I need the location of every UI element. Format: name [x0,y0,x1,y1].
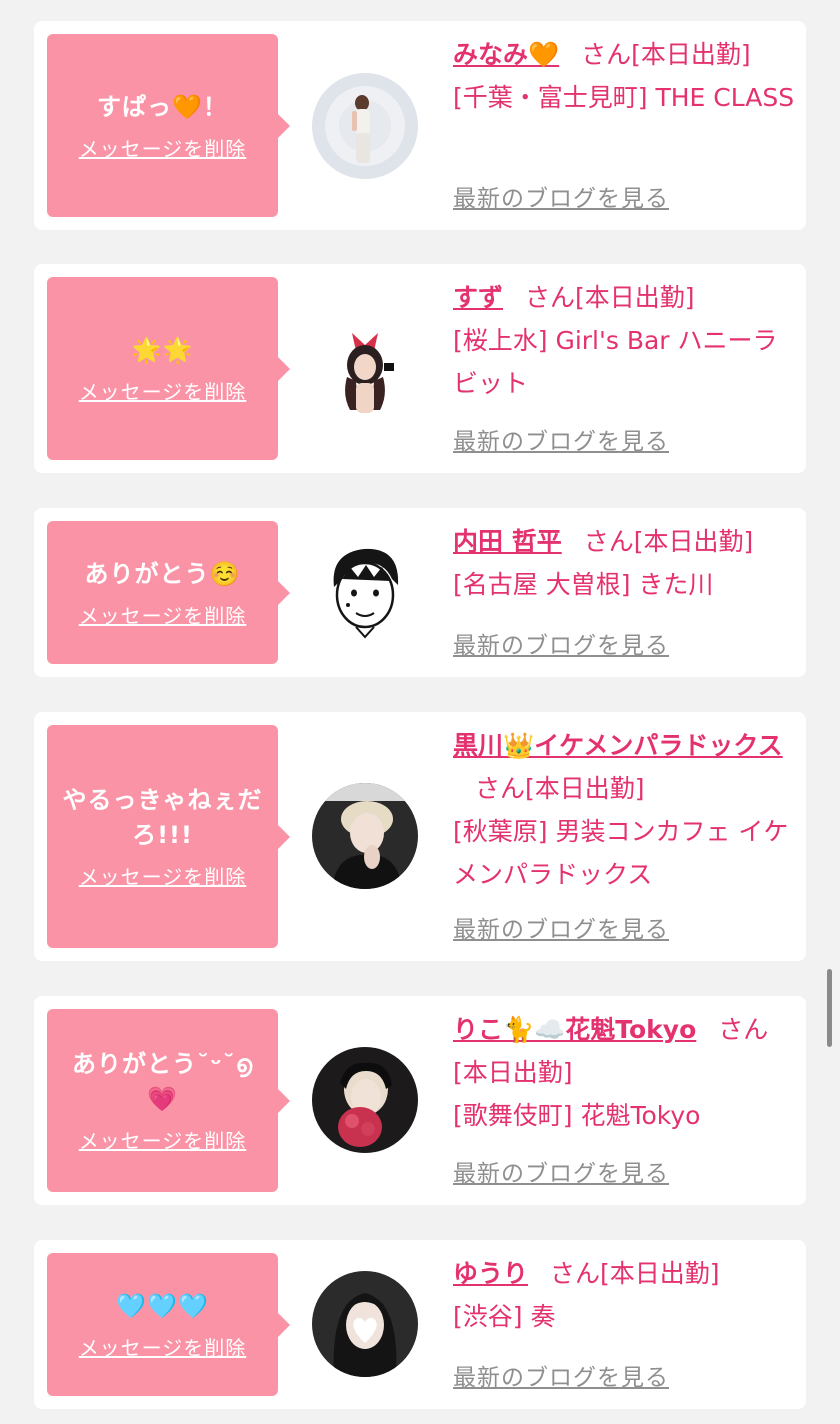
message-text: やるっきゃねぇだろ!!! [62,786,263,849]
delete-message-link[interactable]: メッセージを削除 [79,861,247,890]
sender-info: ゆうり さん[本日出勤] [渋谷] 奏 [453,1252,798,1338]
avatar-image [312,1047,418,1153]
message-card: すぱっ🧡！ メッセージを削除 みなみ🧡 さん[本日出勤] [千葉・富士見町] TH… [34,21,806,230]
honorific-status: さん[本日出勤] [583,527,754,556]
avatar[interactable] [312,73,418,179]
shop-location: [千葉・富士見町] THE CLASS [453,83,795,112]
message-list: すぱっ🧡！ メッセージを削除 みなみ🧡 さん[本日出勤] [千葉・富士見町] TH… [0,0,840,1424]
sender-info: みなみ🧡 さん[本日出勤] [千葉・富士見町] THE CLASS [453,33,798,119]
delete-message-link[interactable]: メッセージを削除 [79,1332,247,1361]
sender-name-link[interactable]: りこ🐈☁️花魁Tokyo [453,1015,696,1044]
sender-info: 黒川👑イケメンパラドックスさん[本日出勤] [秋葉原] 男装コンカフェ イケメン… [453,724,798,896]
message-text: ありがとう˘ᵕ˘൭ 💗 [71,1050,254,1113]
message-card: ありがとう☺️ メッセージを削除 内田 哲平 さん[本日出勤] [名古屋 大曽根]… [34,508,806,677]
honorific-status: さん[本日出勤] [475,774,645,803]
view-latest-blog-link[interactable]: 最新のブログを見る [453,179,669,213]
message-bubble: ありがとう☺️ メッセージを削除 [47,521,290,664]
avatar[interactable] [312,783,418,889]
sender-info: りこ🐈☁️花魁Tokyo さん[本日出勤] [歌舞伎町] 花魁Tokyo [453,1008,798,1137]
message-bubble: 🩵🩵🩵 メッセージを削除 [47,1253,290,1396]
shop-location: [桜上水] Girl's Bar ハニーラビット [453,326,778,398]
message-bubble: ありがとう˘ᵕ˘൭ 💗 メッセージを削除 [47,1009,290,1192]
honorific-status: さん[本日出勤] [581,40,751,69]
avatar[interactable] [312,1047,418,1153]
sender-name-link[interactable]: ゆうり [453,1259,528,1288]
shop-location: [渋谷] 奏 [453,1302,556,1331]
avatar-image [312,315,418,421]
shop-location: [歌舞伎町] 花魁Tokyo [453,1101,701,1130]
message-card: ありがとう˘ᵕ˘൭ 💗 メッセージを削除 りこ🐈☁️花魁Tokyo さん[本日出勤… [34,996,806,1205]
sender-info: 内田 哲平 さん[本日出勤] [名古屋 大曽根] きた川 [453,520,798,606]
sender-name-link[interactable]: 内田 哲平 [453,527,562,556]
avatar-image [312,1271,418,1377]
avatar-image [312,539,418,645]
honorific-status: さん[本日出勤] [525,283,695,312]
view-latest-blog-link[interactable]: 最新のブログを見る [453,626,669,660]
message-text: ありがとう☺️ [84,559,241,588]
message-text: 🩵🩵🩵 [116,1291,209,1320]
sender-info: すず さん[本日出勤] [桜上水] Girl's Bar ハニーラビット [453,276,798,405]
sender-name-link[interactable]: みなみ🧡 [453,40,559,69]
avatar-image [312,783,418,889]
message-text: すぱっ🧡！ [97,92,228,121]
scrollbar[interactable] [827,969,832,1047]
sender-name-link[interactable]: 黒川👑イケメンパラドックス [453,731,783,760]
message-text: 🌟🌟 [131,335,194,364]
message-bubble: すぱっ🧡！ メッセージを削除 [47,34,290,217]
sender-name-link[interactable]: すず [453,283,503,312]
honorific-status: さん[本日出勤] [550,1259,720,1288]
view-latest-blog-link[interactable]: 最新のブログを見る [453,910,669,944]
view-latest-blog-link[interactable]: 最新のブログを見る [453,1358,669,1392]
message-card: やるっきゃねぇだろ!!! メッセージを削除 黒川👑イケメンパラドックスさん[本日… [34,712,806,961]
shop-location: [名古屋 大曽根] きた川 [453,570,714,599]
message-bubble: 🌟🌟 メッセージを削除 [47,277,290,460]
avatar[interactable] [312,315,418,421]
message-card: 🩵🩵🩵 メッセージを削除 ゆうり さん[本日出勤] [渋谷] 奏 最新のブログを見… [34,1240,806,1409]
avatar[interactable] [312,539,418,645]
delete-message-link[interactable]: メッセージを削除 [79,376,247,405]
message-bubble: やるっきゃねぇだろ!!! メッセージを削除 [47,725,290,948]
view-latest-blog-link[interactable]: 最新のブログを見る [453,422,669,456]
delete-message-link[interactable]: メッセージを削除 [79,1125,247,1154]
message-card: 🌟🌟 メッセージを削除 すず さん[本日出勤] [桜上水] Girl's Bar … [34,264,806,473]
delete-message-link[interactable]: メッセージを削除 [79,133,247,162]
avatar-image [312,73,418,179]
shop-location: [秋葉原] 男装コンカフェ イケメンパラドックス [453,817,789,889]
delete-message-link[interactable]: メッセージを削除 [79,600,247,629]
view-latest-blog-link[interactable]: 最新のブログを見る [453,1154,669,1188]
avatar[interactable] [312,1271,418,1377]
